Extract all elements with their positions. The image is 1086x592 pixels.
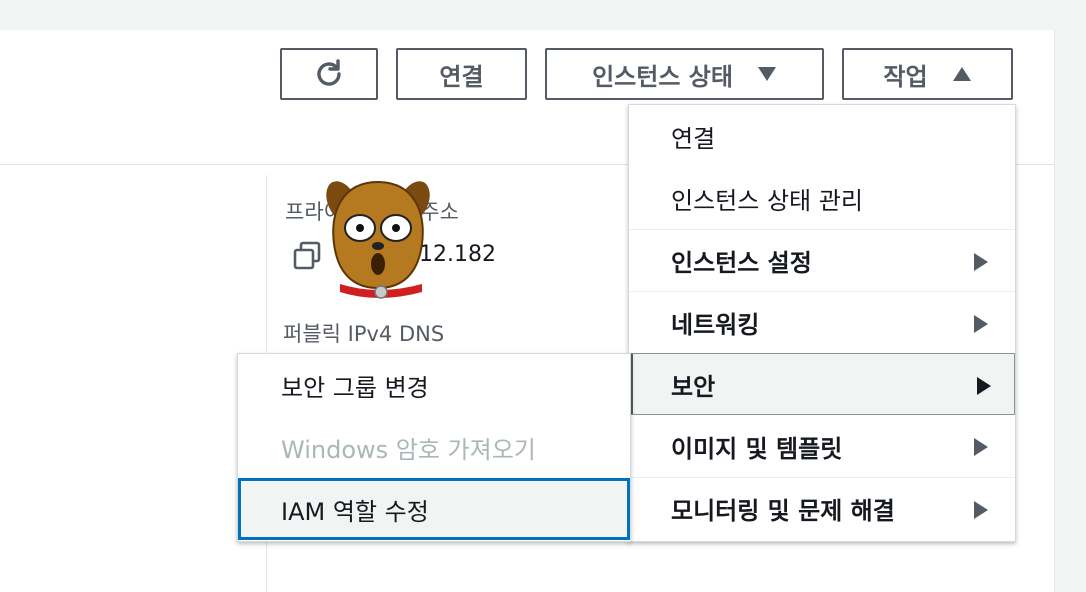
instance-state-button[interactable]: 인스턴스 상태 <box>545 48 824 100</box>
menu-item-instance-settings[interactable]: 인스턴스 설정 <box>629 229 1015 291</box>
menu-item-label: 네트워킹 <box>671 311 760 339</box>
actions-menu: 연결 인스턴스 상태 관리 인스턴스 설정 네트워킹 보안 이미지 및 템플릿 … <box>628 104 1016 542</box>
submenu-item-label: 보안 그룹 변경 <box>281 373 429 402</box>
connect-button-label: 연결 <box>439 62 484 91</box>
caret-right-icon <box>976 376 992 396</box>
menu-item-label: 연결 <box>671 124 716 153</box>
menu-item-security[interactable]: 보안 <box>629 353 1015 415</box>
caret-right-icon <box>973 437 989 457</box>
caret-up-icon <box>952 66 972 82</box>
actions-button-label: 작업 <box>883 62 928 91</box>
menu-item-monitoring-troubleshooting[interactable]: 모니터링 및 문제 해결 <box>629 477 1015 539</box>
page-edge <box>1054 30 1086 592</box>
instance-state-button-label: 인스턴스 상태 <box>592 62 733 91</box>
security-submenu: 보안 그룹 변경 Windows 암호 가져오기 IAM 역할 수정 <box>237 353 631 542</box>
caret-right-icon <box>973 314 989 334</box>
menu-item-networking[interactable]: 네트워킹 <box>629 291 1015 353</box>
menu-item-connect[interactable]: 연결 <box>629 105 1015 167</box>
menu-item-label: 보안 <box>671 372 716 401</box>
caret-down-icon <box>757 66 777 82</box>
submenu-item-change-security-groups[interactable]: 보안 그룹 변경 <box>238 354 630 416</box>
submenu-item-label: IAM 역할 수정 <box>281 497 429 526</box>
connect-button[interactable]: 연결 <box>396 48 527 100</box>
menu-item-label: 인스턴스 상태 관리 <box>671 186 863 215</box>
menu-item-images-templates[interactable]: 이미지 및 템플릿 <box>629 415 1015 477</box>
submenu-item-modify-iam-role[interactable]: IAM 역할 수정 <box>238 478 630 540</box>
refresh-icon <box>317 59 341 86</box>
submenu-item-label: Windows 암호 가져오기 <box>281 435 536 464</box>
public-ipv4-dns-label: 퍼블릭 IPv4 DNS <box>283 322 445 346</box>
menu-item-label: 이미지 및 템플릿 <box>671 434 843 463</box>
menu-item-manage-instance-state[interactable]: 인스턴스 상태 관리 <box>629 167 1015 229</box>
copy-icon[interactable] <box>292 240 324 276</box>
caret-right-icon <box>973 252 989 272</box>
submenu-item-get-windows-password: Windows 암호 가져오기 <box>238 416 630 478</box>
menu-item-label: 모니터링 및 문제 해결 <box>671 497 895 525</box>
dog-mascot-sticker <box>326 180 430 299</box>
refresh-button[interactable] <box>280 48 378 100</box>
actions-button[interactable]: 작업 <box>842 48 1013 100</box>
caret-right-icon <box>973 500 989 520</box>
menu-item-label: 인스턴스 설정 <box>671 249 812 277</box>
